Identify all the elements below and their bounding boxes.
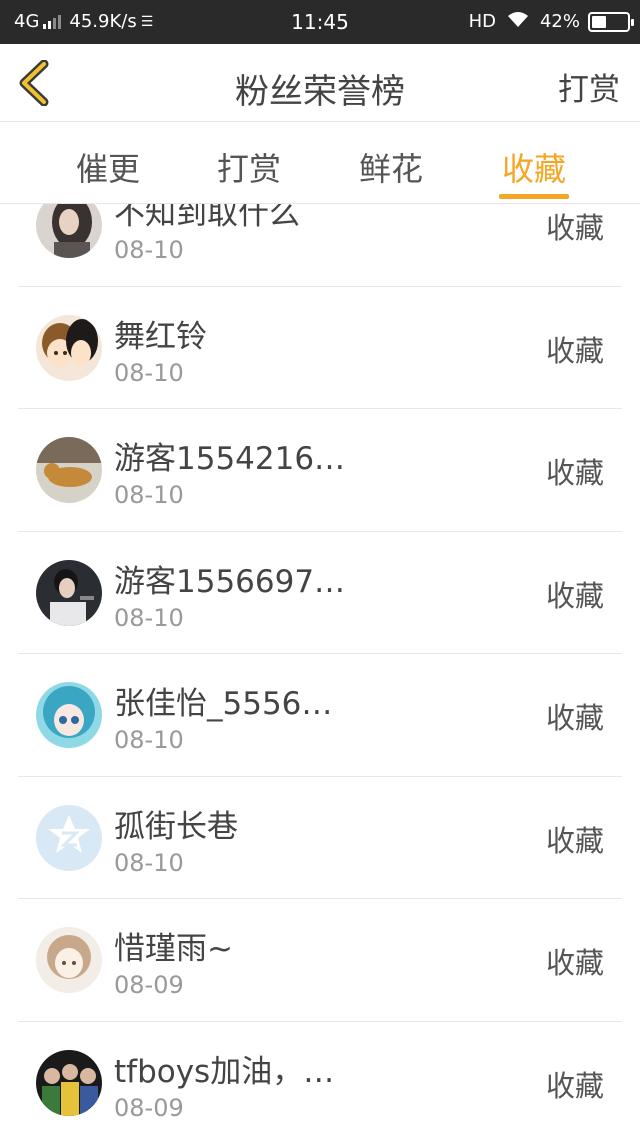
fan-date: 08-10 xyxy=(114,726,184,754)
avatar[interactable] xyxy=(36,682,102,748)
tab-favorites[interactable]: 收藏 xyxy=(484,144,584,190)
wifi-icon xyxy=(506,10,530,33)
fan-date: 08-10 xyxy=(114,603,184,632)
fan-date: 08-10 xyxy=(114,481,184,509)
list-item[interactable]: 游客1554216… 08-10 收藏 xyxy=(18,409,622,532)
list-item[interactable]: 张佳怡_5556… 08-10 收藏 xyxy=(18,654,622,777)
avatar[interactable] xyxy=(36,559,102,626)
fan-name: 孤街长巷 xyxy=(114,808,238,845)
reward-button[interactable]: 打赏 xyxy=(558,64,620,109)
avatar[interactable] xyxy=(36,204,102,258)
hd-indicator: HD xyxy=(468,11,496,32)
list-item[interactable]: 不知到取什么 08-10 收藏 xyxy=(18,204,622,287)
fan-action: 收藏 xyxy=(545,456,604,490)
list-item[interactable]: tfboys加油，… 08-09 收藏 xyxy=(18,1022,622,1138)
header: 粉丝荣誉榜 打赏 xyxy=(0,44,640,122)
fan-action: 收藏 xyxy=(545,1068,604,1103)
tab-reward[interactable]: 打赏 xyxy=(199,144,299,190)
fan-action: 收藏 xyxy=(545,578,604,613)
avatar[interactable] xyxy=(36,1049,102,1116)
fan-date: 08-09 xyxy=(114,1093,184,1122)
avatar[interactable] xyxy=(36,804,102,871)
fan-date: 08-10 xyxy=(114,358,184,387)
fan-date: 08-10 xyxy=(114,848,184,877)
status-bar: 4G 45.9K/s ☰ 11:45 HD 42% xyxy=(0,0,640,44)
fan-name: tfboys加油，… xyxy=(114,1053,335,1090)
battery-icon xyxy=(588,11,634,32)
fan-action: 收藏 xyxy=(545,701,604,735)
page-title: 粉丝荣誉榜 xyxy=(235,72,405,112)
fan-action: 收藏 xyxy=(545,946,604,980)
avatar[interactable] xyxy=(36,927,102,993)
fan-action: 收藏 xyxy=(545,823,604,858)
fan-name: 游客1554216… xyxy=(114,441,346,477)
tab-urge[interactable]: 催更 xyxy=(58,144,158,190)
fan-name: 张佳怡_5556… xyxy=(114,686,333,722)
active-tab-indicator xyxy=(499,194,569,199)
status-right: HD 42% xyxy=(468,10,634,33)
avatar[interactable] xyxy=(36,314,102,381)
fan-date: 08-10 xyxy=(114,236,184,264)
fan-name: 惜瑾雨~ xyxy=(114,931,233,967)
list-item[interactable]: 孤街长巷 08-10 收藏 xyxy=(18,777,622,899)
fan-action: 收藏 xyxy=(545,211,604,245)
fan-name: 不知到取什么 xyxy=(114,204,300,232)
list-item[interactable]: 游客1556697… 08-10 收藏 xyxy=(18,532,622,654)
fan-date: 08-09 xyxy=(114,971,184,999)
fan-name: 舞红铃 xyxy=(114,318,207,355)
tab-bar: 催更 打赏 鲜花 收藏 xyxy=(0,122,640,204)
avatar[interactable] xyxy=(36,437,102,503)
list-item[interactable]: 惜瑾雨~ 08-09 收藏 xyxy=(18,899,622,1022)
battery-percent: 42% xyxy=(539,11,580,32)
tab-flowers[interactable]: 鲜花 xyxy=(341,144,441,190)
battery-fill xyxy=(592,15,606,28)
list-item[interactable]: 舞红铃 08-10 收藏 xyxy=(18,287,622,409)
fan-action: 收藏 xyxy=(545,333,604,368)
fan-name: 游客1556697… xyxy=(114,563,346,600)
fan-list[interactable]: 不知到取什么 08-10 收藏 舞红铃 08-10 收藏 游客1554216… … xyxy=(0,204,640,1138)
